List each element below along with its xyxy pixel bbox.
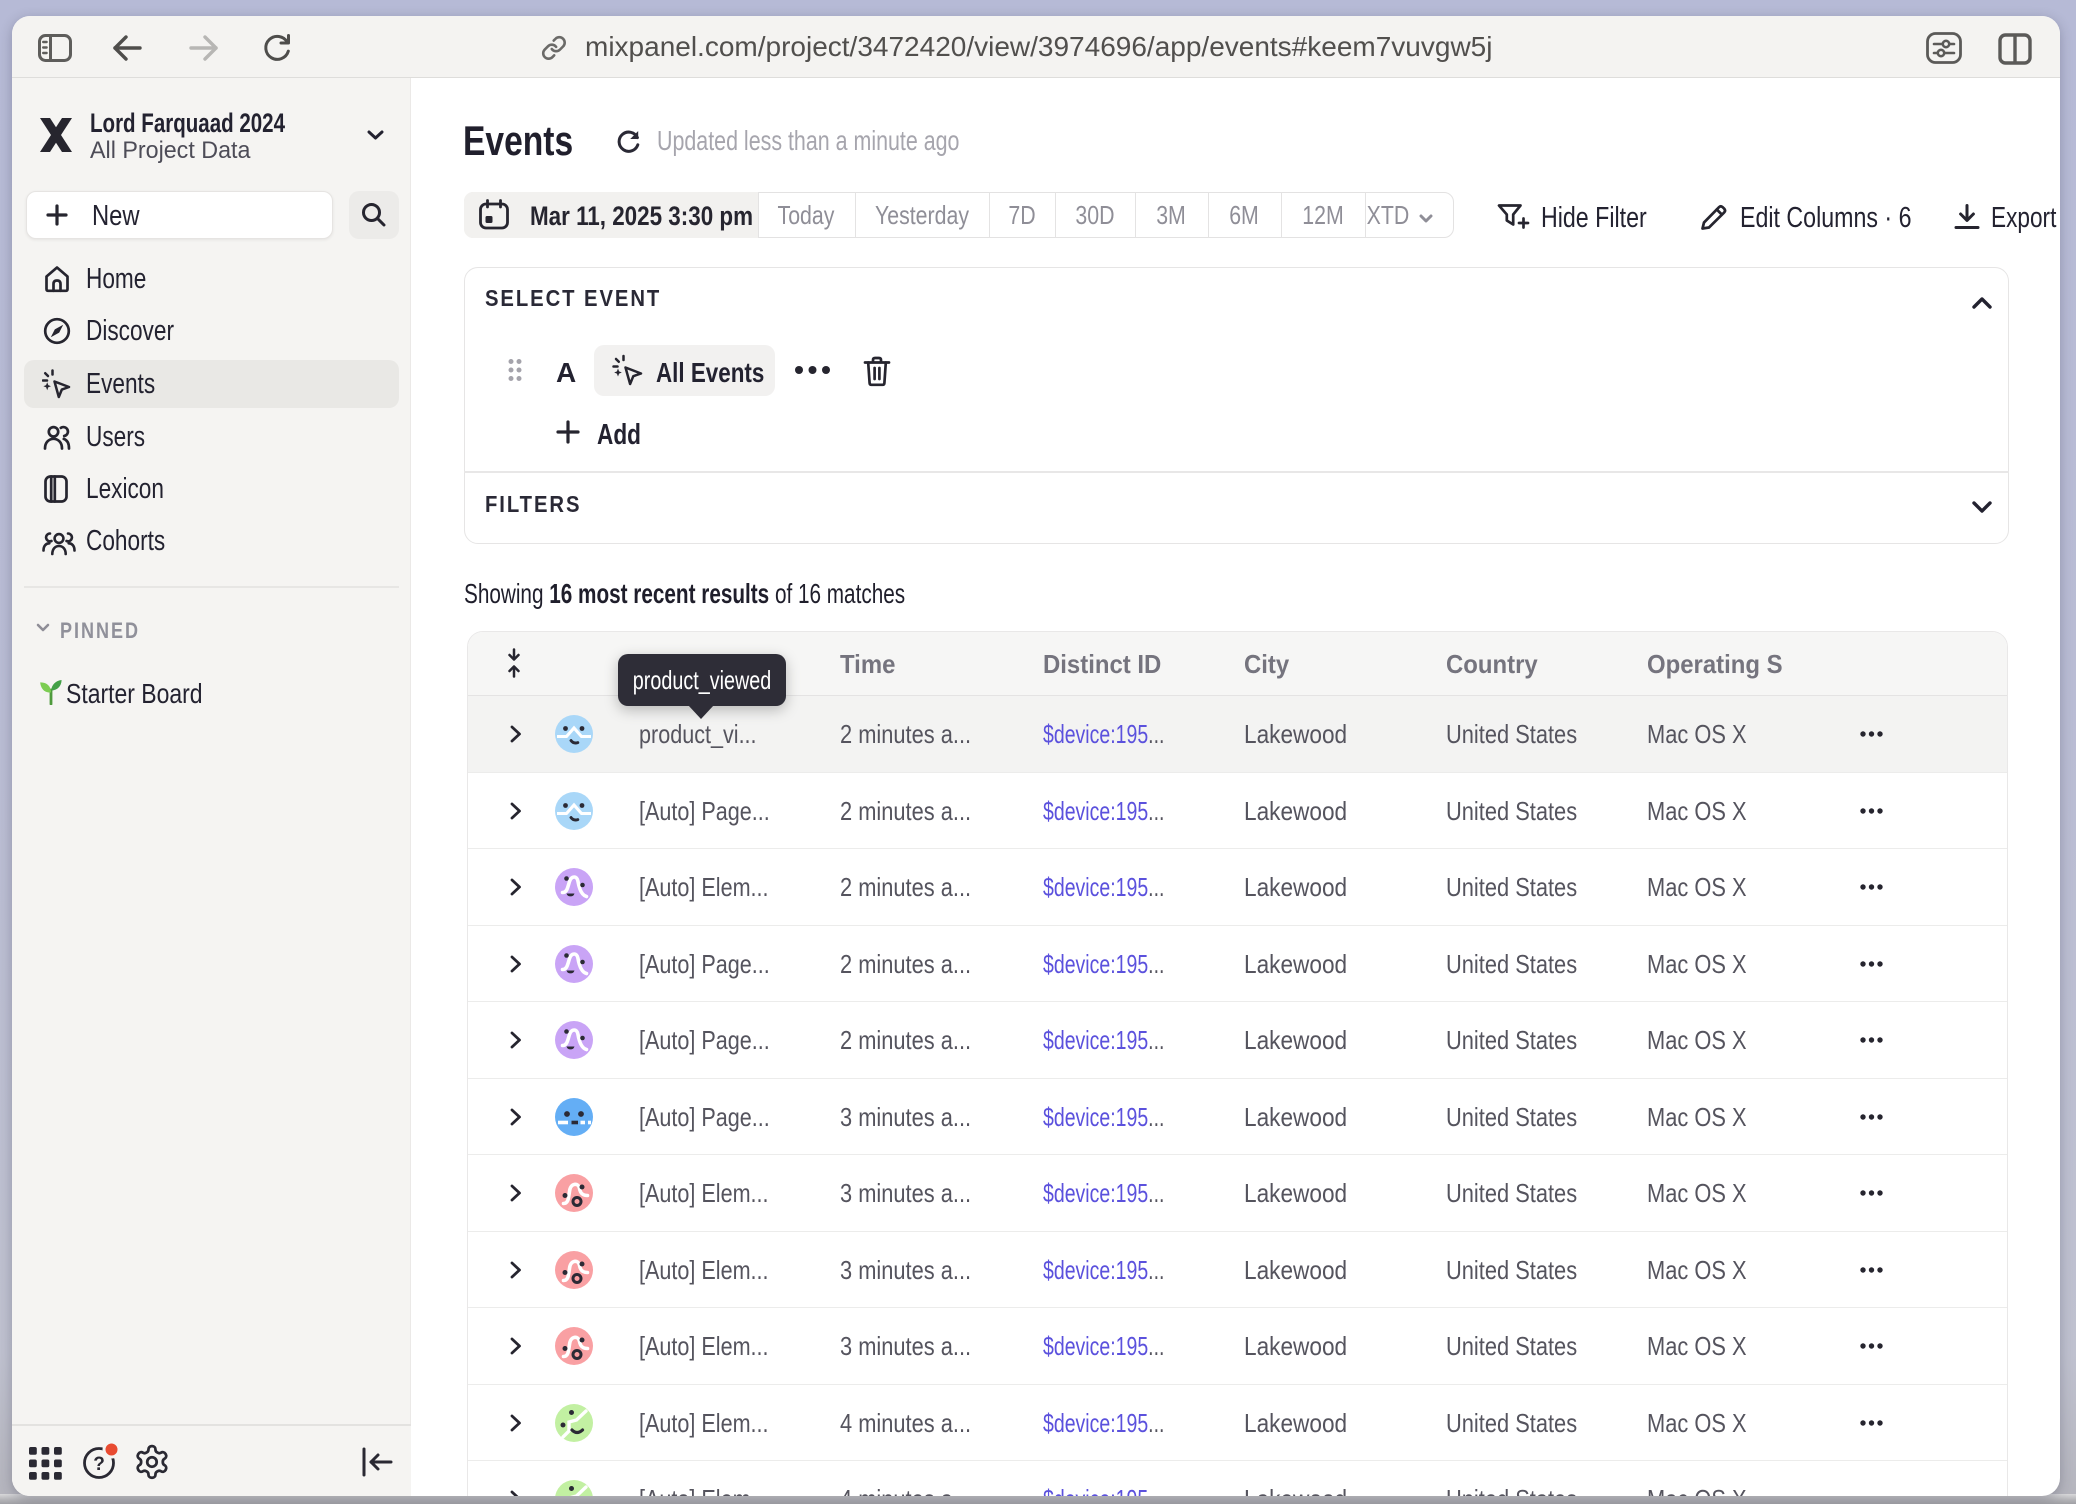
svg-text:?: ? xyxy=(93,1454,105,1475)
